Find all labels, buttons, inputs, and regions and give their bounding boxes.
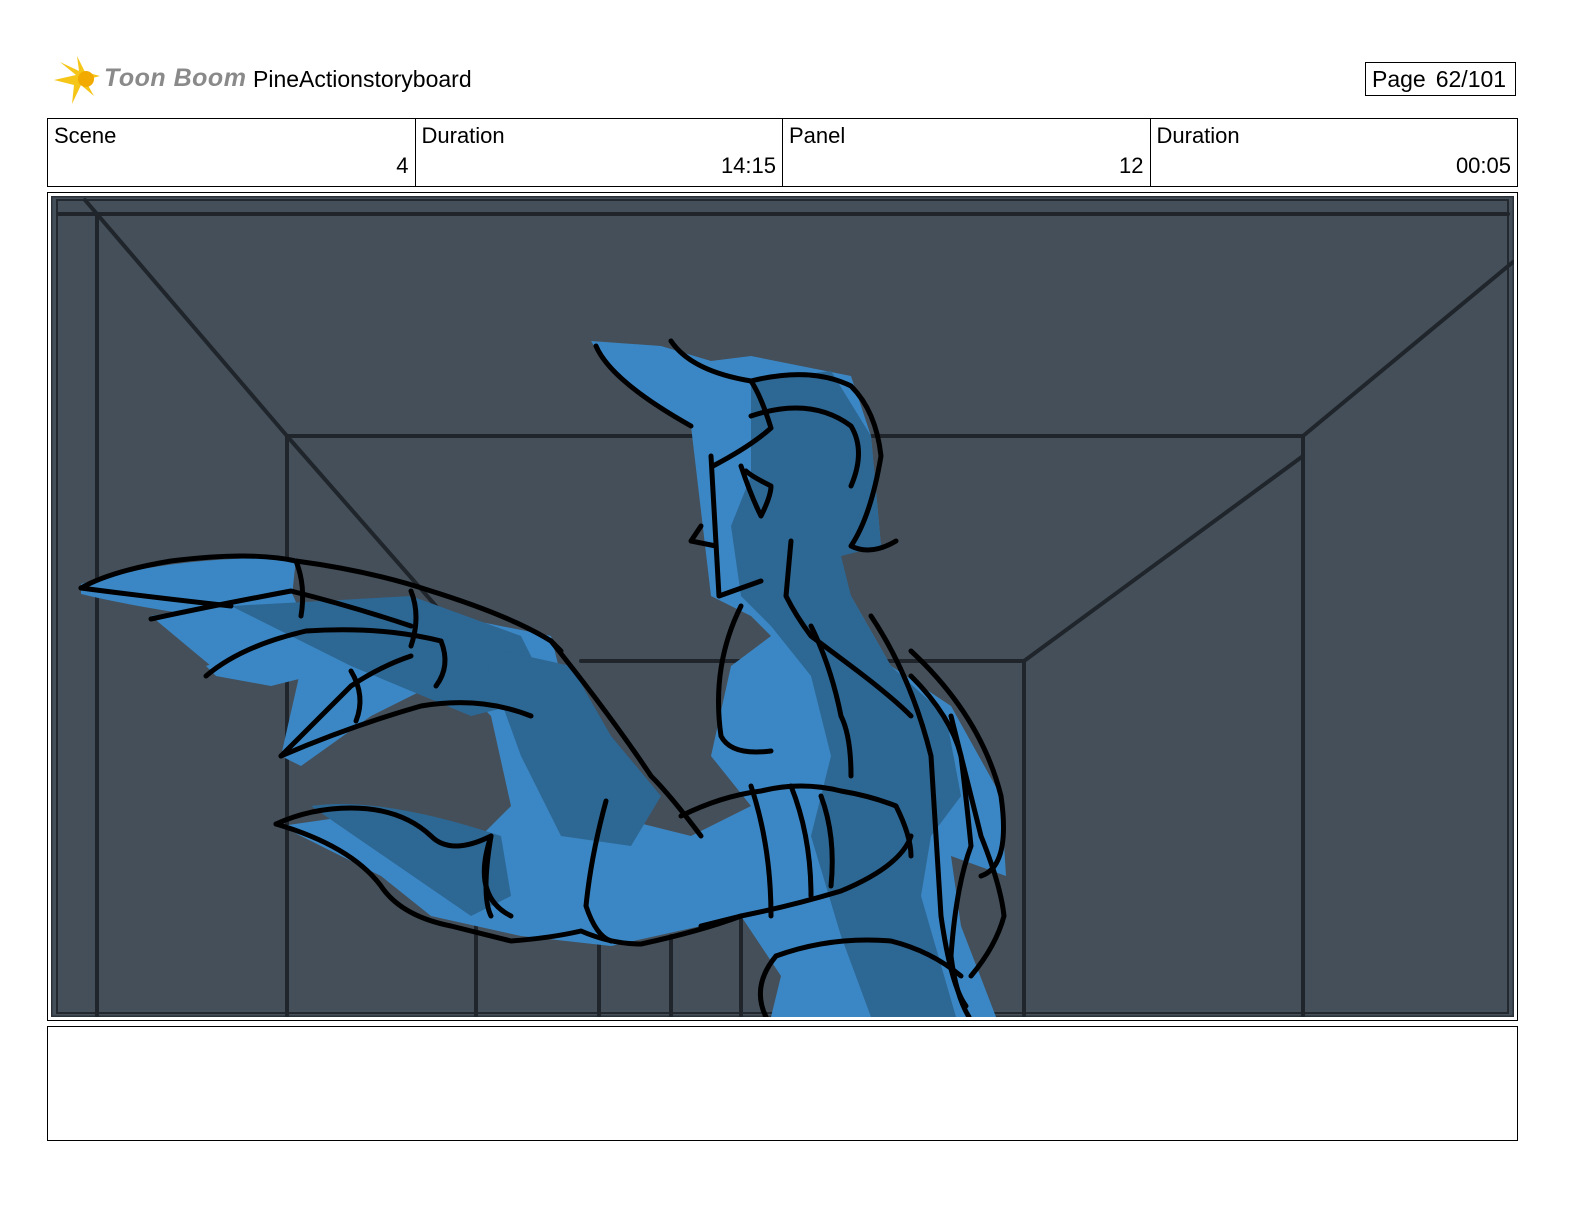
panel-drawing	[51, 196, 1514, 1017]
scene-value: 4	[396, 153, 409, 178]
scene-duration-value: 14:15	[720, 153, 776, 178]
logo-text: Toon Boom	[104, 64, 247, 92]
scene-duration-cell: Duration 14:15	[416, 119, 783, 186]
sunburst-icon	[54, 56, 100, 104]
page-number: 62/101	[1435, 66, 1507, 92]
panel-value: 12	[1119, 153, 1144, 178]
panel-notes-box	[47, 1026, 1518, 1141]
panel-duration-label: Duration	[1156, 123, 1240, 148]
scene-cell: Scene 4	[48, 119, 416, 186]
panel-duration-cell: Duration 00:05	[1151, 119, 1518, 186]
panel-cell: Panel 12	[783, 119, 1151, 186]
panel-duration-value: 00:05	[1455, 153, 1511, 178]
scene-label: Scene	[54, 123, 117, 148]
project-title: PineActionstoryboard	[253, 66, 472, 92]
scene-duration-label: Duration	[421, 123, 505, 148]
storyboard-panel	[47, 192, 1518, 1021]
panel-label: Panel	[789, 123, 846, 148]
scene-info-table: Scene 4 Duration 14:15 Panel 12 Duration…	[47, 118, 1518, 187]
toon-boom-logo: Toon Boom	[50, 54, 246, 108]
page-indicator: Page 62/101	[1365, 62, 1516, 96]
page-label: Page	[1372, 66, 1426, 92]
